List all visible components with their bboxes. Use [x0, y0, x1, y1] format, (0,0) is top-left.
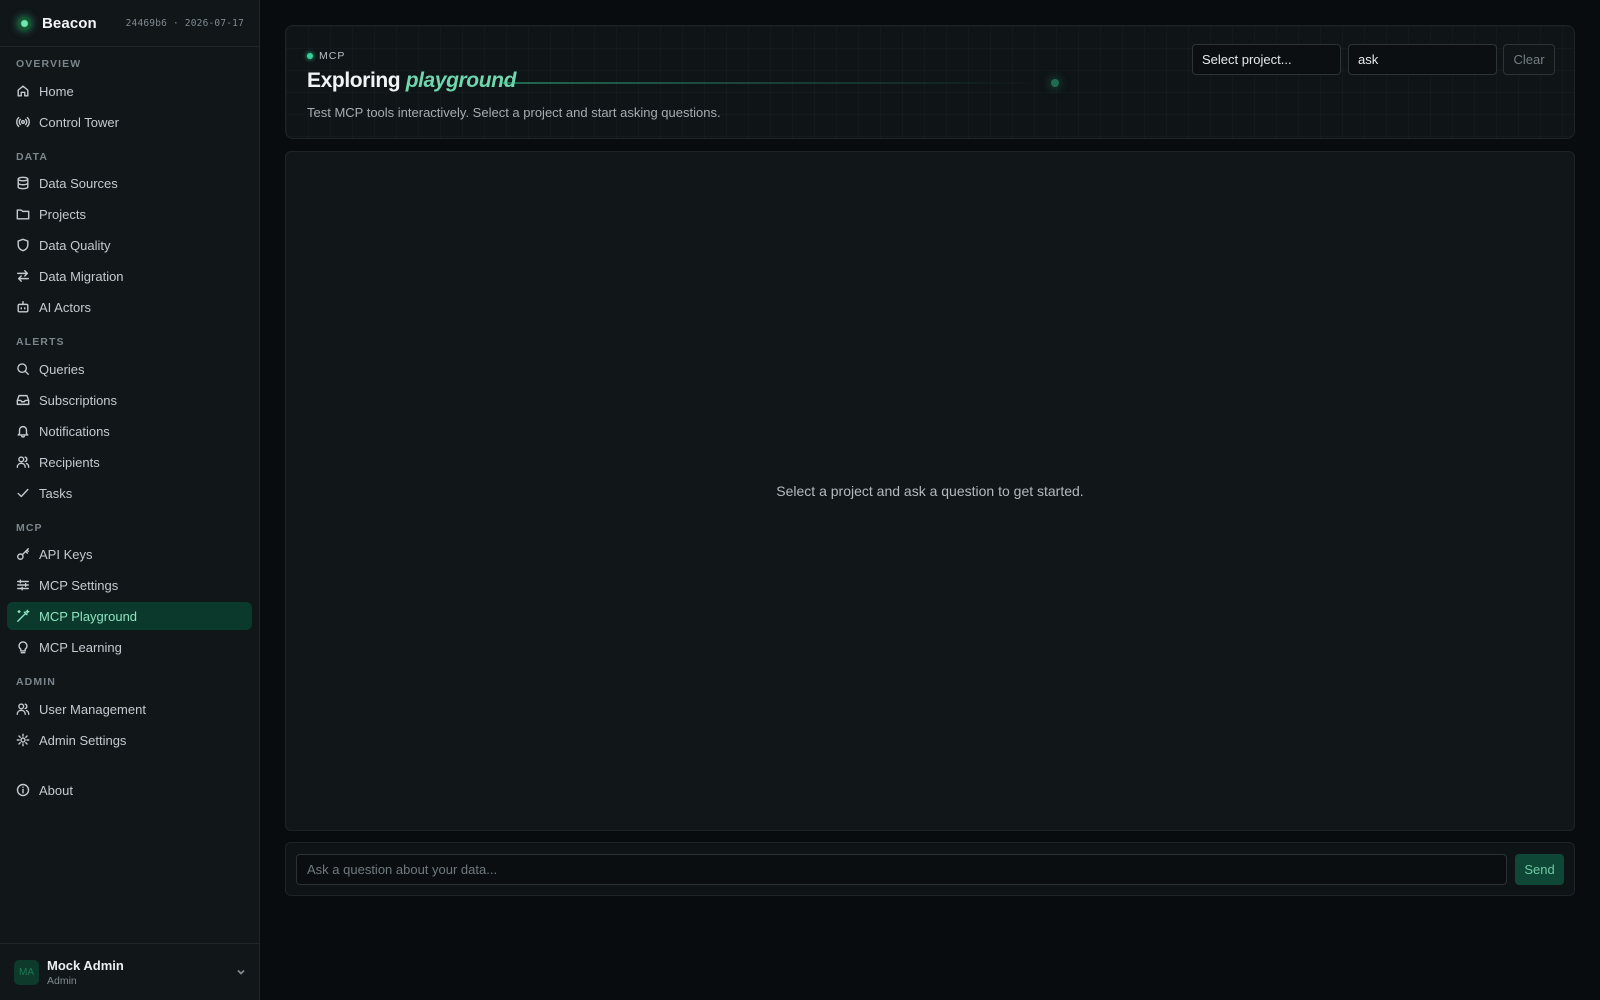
sidebar-item-label: Notifications: [39, 423, 110, 439]
sidebar-item-admin-settings[interactable]: Admin Settings: [7, 726, 252, 754]
sidebar-item-label: Admin Settings: [39, 732, 127, 748]
beacon-logo-icon: [17, 15, 32, 31]
page-subtitle: Test MCP tools interactively. Select a p…: [307, 105, 721, 120]
question-input[interactable]: Ask a question about your data...: [296, 854, 1507, 885]
folder-icon: [16, 207, 30, 221]
sidebar-item-recipients[interactable]: Recipients: [7, 448, 252, 476]
sidebar-item-user-management[interactable]: User Management: [7, 695, 252, 723]
sidebar-item-label: Queries: [39, 361, 85, 377]
kicker-label: MCP: [319, 50, 346, 62]
sidebar-item-home[interactable]: Home: [7, 77, 252, 105]
users-icon: [16, 702, 30, 716]
inbox-icon: [16, 393, 30, 407]
empty-state-message: Select a project and ask a question to g…: [776, 483, 1084, 499]
sidebar-item-label: Recipients: [39, 454, 100, 470]
brand-header: Beacon 24469b6 · 2026-07-17: [0, 0, 259, 47]
status-dot-icon: [307, 53, 313, 59]
sidebar-item-about[interactable]: About: [7, 776, 252, 804]
shield-icon: [16, 238, 30, 252]
composer: Ask a question about your data... Send: [285, 842, 1575, 896]
build-version: 24469b6 · 2026-07-17: [125, 17, 244, 29]
clear-button[interactable]: Clear: [1503, 44, 1555, 75]
sidebar-item-mcp-learning[interactable]: MCP Learning: [7, 633, 252, 661]
sidebar-item-label: API Keys: [39, 546, 93, 562]
section-admin: ADMIN: [16, 676, 56, 688]
sidebar-item-control-tower[interactable]: Control Tower: [7, 108, 252, 136]
sidebar-item-tasks[interactable]: Tasks: [7, 479, 252, 507]
sidebar: Beacon 24469b6 · 2026-07-17 OVERVIEW Hom…: [0, 0, 260, 1000]
bell-icon: [16, 424, 30, 438]
users-icon: [16, 455, 30, 469]
page-title: Exploring playground: [307, 69, 516, 93]
sidebar-item-label: About: [39, 782, 73, 798]
key-icon: [16, 547, 30, 561]
sidebar-item-label: Data Migration: [39, 268, 124, 284]
sidebar-item-projects[interactable]: Projects: [7, 200, 252, 228]
sidebar-item-label: AI Actors: [39, 299, 92, 315]
sidebar-item-label: MCP Playground: [39, 608, 138, 624]
sliders-icon: [16, 578, 30, 592]
conversation-panel: Select a project and ask a question to g…: [285, 151, 1575, 831]
sidebar-item-mcp-playground[interactable]: MCP Playground: [7, 602, 252, 630]
title-emphasis: playground: [405, 69, 517, 92]
project-select[interactable]: Select project...: [1192, 44, 1341, 75]
glow-dot-icon: [1051, 79, 1059, 87]
sidebar-item-api-keys[interactable]: API Keys: [7, 540, 252, 568]
broadcast-icon: [16, 115, 30, 129]
user-menu[interactable]: MA Mock Admin Admin: [0, 943, 260, 1000]
sidebar-item-label: Data Sources: [39, 175, 118, 191]
sidebar-item-label: Projects: [39, 206, 86, 222]
user-role: Admin: [47, 974, 77, 987]
lightbulb-icon: [16, 640, 30, 654]
database-icon: [16, 176, 30, 190]
sidebar-item-label: MCP Learning: [39, 639, 122, 655]
sidebar-item-label: Data Quality: [39, 237, 111, 253]
page-kicker: MCP: [307, 50, 345, 62]
sidebar-item-subscriptions[interactable]: Subscriptions: [7, 386, 252, 414]
page-header: MCP Exploring playground Test MCP tools …: [285, 25, 1575, 139]
send-button[interactable]: Send: [1515, 854, 1564, 885]
sidebar-item-label: User Management: [39, 701, 146, 717]
sidebar-item-data-quality[interactable]: Data Quality: [7, 231, 252, 259]
sidebar-item-data-migration[interactable]: Data Migration: [7, 262, 252, 290]
section-overview: OVERVIEW: [16, 58, 82, 70]
sidebar-item-label: Subscriptions: [39, 392, 118, 408]
mode-input[interactable]: ask: [1348, 44, 1497, 75]
gear-icon: [16, 733, 30, 747]
arrows-swap-icon: [16, 269, 30, 283]
sidebar-item-label: Home: [39, 83, 74, 99]
wand-icon: [16, 609, 30, 623]
sidebar-item-data-sources[interactable]: Data Sources: [7, 169, 252, 197]
sidebar-item-mcp-settings[interactable]: MCP Settings: [7, 571, 252, 599]
sidebar-item-ai-actors[interactable]: AI Actors: [7, 293, 252, 321]
title-accent-line: [501, 82, 1041, 84]
robot-icon: [16, 300, 30, 314]
search-icon: [16, 362, 30, 376]
user-name: Mock Admin: [47, 957, 124, 973]
brand-name: Beacon: [42, 14, 97, 32]
sidebar-item-queries[interactable]: Queries: [7, 355, 252, 383]
title-prefix: Exploring: [307, 69, 401, 92]
chevron-down-icon[interactable]: [236, 967, 246, 977]
home-icon: [16, 84, 30, 98]
info-icon: [16, 783, 30, 797]
check-icon: [16, 486, 30, 500]
sidebar-item-label: MCP Settings: [39, 577, 119, 593]
sidebar-item-label: Control Tower: [39, 114, 119, 130]
section-data: DATA: [16, 151, 49, 163]
sidebar-item-notifications[interactable]: Notifications: [7, 417, 252, 445]
section-alerts: ALERTS: [16, 336, 65, 348]
section-mcp: MCP: [16, 522, 43, 534]
avatar: MA: [14, 959, 39, 985]
sidebar-item-label: Tasks: [39, 485, 73, 501]
